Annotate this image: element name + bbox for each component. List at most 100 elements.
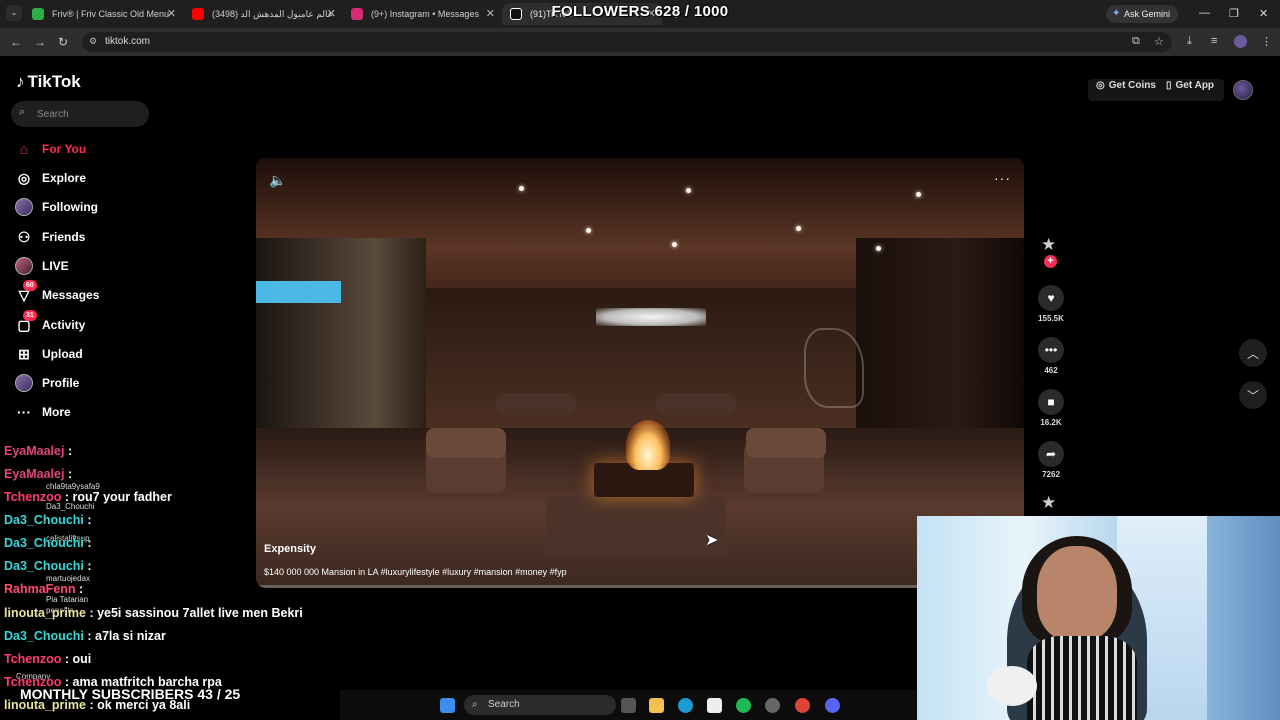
forward-icon[interactable]: → — [34, 35, 46, 49]
file-explorer-icon[interactable] — [649, 698, 664, 713]
sidebar-item-label: Following — [42, 200, 98, 214]
chat-message: RahmaFenn : — [4, 582, 83, 596]
chrome-icon[interactable] — [795, 698, 810, 713]
coin-icon: ◎ — [1096, 80, 1105, 91]
chat-username: Da3_Chouchi — [4, 513, 84, 527]
media-control-icon[interactable]: ≡ — [1211, 35, 1217, 47]
sidebar-item-label: Friends — [42, 230, 86, 244]
save-count: 16.2K — [1040, 418, 1062, 427]
follow-plus-icon[interactable]: + — [1044, 255, 1057, 268]
site-info-icon[interactable]: ⚙ — [89, 36, 97, 47]
chat-username: EyaMaalej — [4, 444, 65, 458]
messages-badge: 60 — [23, 280, 37, 291]
video-progress-bar[interactable] — [256, 585, 1024, 588]
sidebar-item-messages[interactable]: ▽ 60 Messages — [14, 280, 99, 306]
sidebar-item-more[interactable]: ··· More — [14, 401, 71, 423]
search-input[interactable] — [37, 106, 142, 122]
chat-message: Da3_Chouchi : — [4, 536, 92, 550]
like-action[interactable]: ♥ 155.5K — [1036, 285, 1066, 323]
heart-icon[interactable]: ♥ — [1038, 285, 1064, 311]
app-icon[interactable] — [765, 698, 780, 713]
chat-username: linouta_prime — [4, 606, 86, 620]
sidebar-item-label: LIVE — [42, 259, 69, 273]
get-coins-button[interactable]: ◎ Get Coins — [1096, 80, 1156, 91]
spotify-icon[interactable] — [736, 698, 751, 713]
music-disc-icon[interactable]: ★ — [1041, 493, 1056, 513]
sidebar-item-profile[interactable]: Profile — [14, 372, 79, 394]
sidebar-item-live[interactable]: LIVE — [14, 255, 69, 277]
taskbar-search[interactable]: ⌕ Search — [464, 695, 616, 715]
address-bar[interactable]: ⚙ tiktok.com — [82, 32, 1172, 52]
chat-username: Tchenzoo — [4, 490, 62, 504]
mouse-cursor-icon: ➤ — [705, 532, 719, 549]
chat-message: Da3_Chouchi : — [4, 513, 92, 527]
store-icon[interactable] — [707, 698, 722, 713]
edge-icon[interactable] — [678, 698, 693, 713]
sidebar-item-label: Explore — [42, 171, 87, 185]
download-icon[interactable]: ⤓ — [1187, 35, 1192, 48]
chat-text: : — [83, 513, 92, 527]
upload-icon: ⊞ — [18, 345, 30, 362]
video-author[interactable]: Expensity — [264, 543, 316, 555]
sidebar-item-label: Activity — [42, 318, 86, 332]
sidebar-item-following[interactable]: Following — [14, 196, 98, 218]
url-text: tiktok.com — [105, 36, 151, 47]
tiktok-wordmark: TikTok — [27, 72, 81, 91]
volume-icon[interactable]: 🔈 — [269, 172, 286, 189]
save-action[interactable]: ■ 16.2K — [1036, 389, 1066, 427]
home-icon: ⌂ — [19, 141, 29, 157]
get-coins-label: Get Coins — [1108, 80, 1156, 91]
sidebar-item-activity[interactable]: ▢ 31 Activity — [14, 310, 86, 336]
chat-text: : rou7 your fadher — [61, 490, 172, 504]
sidebar-item-friends[interactable]: ⚇ Friends — [14, 226, 86, 248]
chat-text: : — [64, 467, 73, 481]
get-app-button[interactable]: ▯ Get App — [1166, 80, 1214, 91]
chat-username: Tchenzoo — [4, 652, 62, 666]
chat-text: : — [75, 582, 84, 596]
comment-icon[interactable]: ••• — [1038, 337, 1064, 363]
task-view-icon[interactable] — [621, 698, 636, 713]
search-box[interactable]: ⌕ — [11, 101, 149, 127]
windows-taskbar: ⌕ Search — [340, 690, 917, 720]
share-action[interactable]: ➦ 7262 — [1036, 441, 1066, 479]
chat-message: Da3_Chouchi : a7la si nizar — [4, 629, 166, 643]
next-video-button[interactable]: ﹀ — [1239, 381, 1267, 409]
chat-message: EyaMaalej : — [4, 444, 72, 458]
profile-avatar[interactable] — [1234, 35, 1247, 48]
comment-action[interactable]: ••• 462 — [1036, 337, 1066, 375]
followers-goal-overlay: FOLLOWERS 628 / 1000 — [551, 3, 729, 20]
chat-text: : oui — [61, 652, 92, 666]
bookmark-icon[interactable]: ■ — [1038, 389, 1064, 415]
tiktok-note-icon: ♪ — [16, 72, 25, 91]
messages-icon: ▽ 60 — [14, 280, 37, 305]
search-icon: ⌕ — [472, 699, 478, 710]
video-caption[interactable]: $140 000 000 Mansion in LA #luxurylifest… — [264, 567, 567, 577]
more-options-icon[interactable]: ··· — [994, 170, 1011, 186]
chat-username: RahmaFenn — [4, 582, 76, 596]
sidebar-item-upload[interactable]: ⊞ Upload — [14, 343, 83, 365]
sidebar-item-for-you[interactable]: ⌂ For You — [14, 138, 86, 160]
video-player[interactable]: 🔈 ··· Expensity $140 000 000 Mansion in … — [256, 158, 1024, 588]
windows-start-icon[interactable] — [440, 698, 455, 713]
back-icon[interactable]: ← — [10, 35, 22, 49]
cast-icon[interactable]: ⧉ — [1132, 35, 1140, 48]
search-icon: ⌕ — [19, 106, 26, 118]
friends-icon: ⚇ — [17, 228, 31, 245]
phone-icon: ▯ — [1166, 80, 1172, 91]
reload-icon[interactable]: ↻ — [58, 35, 68, 49]
kebab-menu-icon[interactable]: ⋮ — [1261, 35, 1272, 48]
user-avatar[interactable] — [1233, 80, 1253, 100]
bookmark-star-icon[interactable]: ☆ — [1154, 35, 1164, 48]
chat-text: : — [83, 559, 92, 573]
discord-icon[interactable] — [825, 698, 840, 713]
comment-count: 462 — [1044, 366, 1058, 375]
tiktok-logo[interactable]: ♪ TikTok — [16, 72, 81, 92]
previous-video-button[interactable]: ︿ — [1239, 339, 1267, 367]
following-avatar-icon — [14, 197, 34, 217]
share-icon[interactable]: ➦ — [1038, 441, 1064, 467]
chat-text: : ye5i sassinou 7allet live men Bekri — [85, 606, 303, 620]
sidebar-item-explore[interactable]: ◎ Explore — [14, 167, 86, 189]
chat-message: linouta_prime : ye5i sassinou 7allet liv… — [4, 606, 303, 620]
creator-avatar-icon[interactable]: ★ — [1041, 235, 1056, 255]
browser-toolbar: ← → ↻ ⚙ tiktok.com ⧉ ☆ ⤓ ≡ ⋮ — [0, 28, 1280, 56]
